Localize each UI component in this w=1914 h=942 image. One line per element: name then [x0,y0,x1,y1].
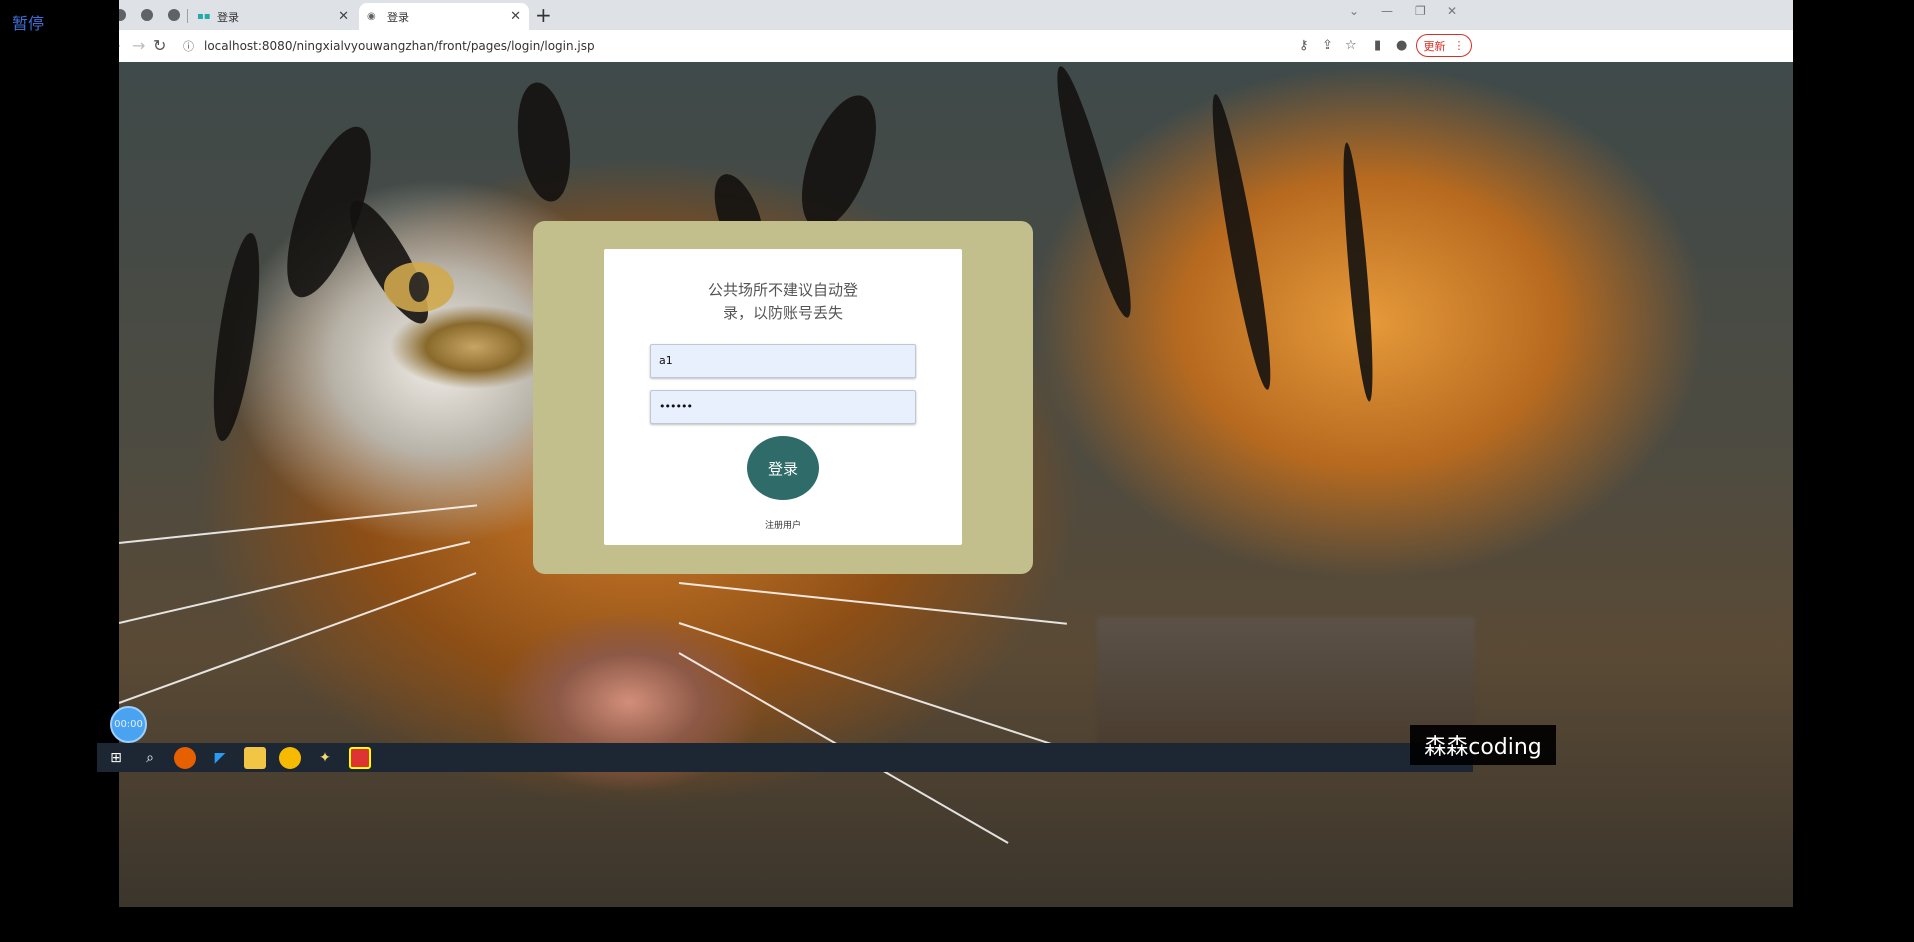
minimize-icon[interactable]: — [1381,4,1393,18]
address-bar[interactable]: ⓘ localhost:8080/ningxialvyouwangzhan/fr… [175,34,1245,58]
intellij-icon[interactable] [349,747,371,769]
background-stripe [786,85,892,239]
recording-timer[interactable]: 00:00 [110,706,147,743]
update-label: 更新 [1423,39,1446,53]
more-menu-icon: ⋮ [1453,39,1465,52]
login-button[interactable]: 登录 [747,436,819,500]
chevron-down-icon[interactable]: ⌄ [1349,4,1359,18]
chrome-icon[interactable] [279,747,301,769]
tab-login-active[interactable]: ◉ 登录 ✕ [359,3,529,30]
username-input[interactable]: a1 [650,344,916,378]
info-icon[interactable]: ⓘ [183,38,194,54]
background-whisker [678,582,1067,625]
back-icon[interactable]: ← [119,36,120,55]
background-whisker [119,504,478,544]
pause-label[interactable]: 暂停 [12,10,44,34]
tab-separator [187,9,188,23]
firefox-icon[interactable] [174,747,196,769]
background-stripe [1337,141,1379,403]
windows-start-icon[interactable]: ⊞ [105,747,127,769]
browser-toolbar: ← → ↻ ⓘ localhost:8080/ningxialvyouwangz… [119,30,1793,62]
share-icon[interactable]: ⇪ [1322,38,1333,53]
background-whisker [119,541,470,624]
leaf-icon: ▪▪ [197,10,211,22]
app-icon[interactable]: ✦ [314,747,336,769]
profile-icon[interactable]: ● [1396,38,1407,53]
background-stripe [510,79,578,205]
tab-title: 登录 [217,10,239,24]
new-tab-icon[interactable]: + [535,3,552,27]
tab-login-inactive[interactable]: ▪▪ 登录 ✕ [189,3,357,30]
side-panel-icon[interactable]: ▮ [1374,38,1381,53]
file-explorer-icon[interactable] [244,747,266,769]
background-whisker [119,572,477,704]
key-icon[interactable]: ⚷ [1299,38,1309,53]
login-form: 公共场所不建议自动登 录，以防账号丢失 a1 •••••• 登录 注册用户 [604,249,962,545]
register-link[interactable]: 注册用户 [604,518,962,531]
url-text: localhost:8080/ningxialvyouwangzhan/fron… [204,39,595,53]
close-window-icon[interactable]: ✕ [1447,4,1457,18]
taskbar: ⊞ ⌕ ◤ ✦ [97,743,1473,772]
login-notice-line-2: 录，以防账号丢失 [722,304,843,322]
search-icon[interactable]: ⌕ [139,747,161,769]
restore-icon[interactable]: ❐ [1415,4,1426,18]
watermark: 森森coding [1410,725,1556,765]
login-notice: 公共场所不建议自动登 录，以防账号丢失 [604,279,962,325]
pinned-tab-globe-icon[interactable] [119,6,129,24]
forward-icon[interactable]: → [132,36,145,55]
background-stripe [1045,62,1143,322]
star-icon[interactable]: ☆ [1345,38,1357,53]
reload-icon[interactable]: ↻ [153,36,166,55]
background-stripe [1203,92,1280,392]
login-notice-line-1: 公共场所不建议自动登 [707,281,858,299]
pinned-tab-globe-icon[interactable] [138,6,156,24]
close-icon[interactable]: ✕ [510,9,521,24]
close-icon[interactable]: ✕ [338,9,349,24]
globe-icon: ◉ [367,10,376,22]
vscode-icon[interactable]: ◤ [209,747,231,769]
pinned-tab-globe-icon[interactable] [165,6,183,24]
tab-title: 登录 [387,10,409,24]
tab-strip: ▪▪ 登录 ✕ ◉ 登录 ✕ + ⌄ — ❐ ✕ [119,0,1793,30]
background-stripe [204,230,269,444]
password-input[interactable]: •••••• [650,390,916,424]
screen: 暂停 ▪▪ 登录 ✕ ◉ 登录 ✕ + ⌄ — ❐ ✕ ← → [0,0,1914,942]
tiger-pupil [409,272,429,302]
update-button[interactable]: 更新 ⋮ [1416,34,1472,57]
